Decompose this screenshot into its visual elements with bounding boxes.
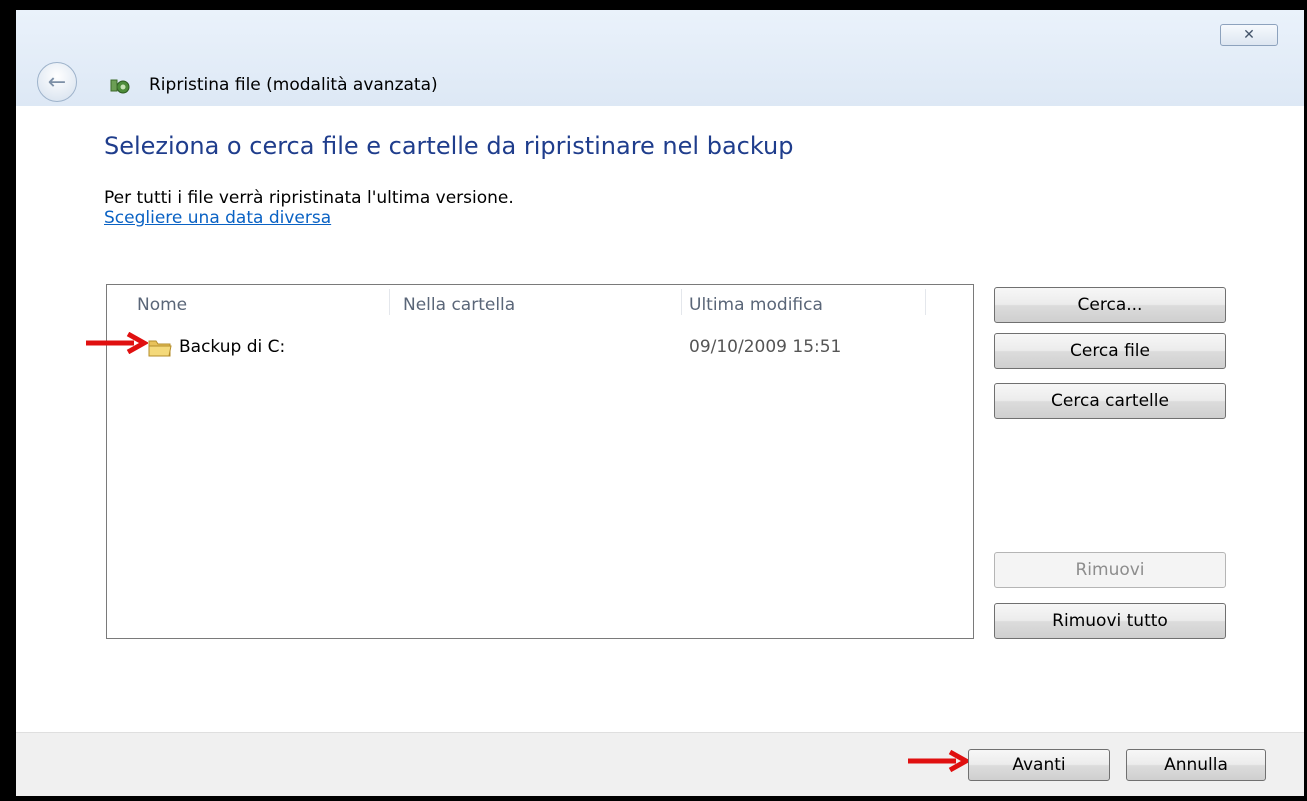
files-list[interactable]: Nome Nella cartella Ultima modifica Back… [106,284,974,639]
remove-all-button[interactable]: Rimuovi tutto [994,603,1226,639]
footer-bar: Avanti Annulla [16,732,1304,796]
version-info-text: Per tutti i file verrà ripristinata l'ul… [104,188,514,208]
row-name: Backup di C: [179,337,286,357]
back-button[interactable]: ← [37,62,77,102]
remove-button[interactable]: Rimuovi [994,552,1226,588]
cancel-button[interactable]: Annulla [1126,749,1266,781]
column-separator[interactable] [925,289,926,315]
title-bar: ✕ ← Ripristina file (modalità avanzata) [16,10,1304,106]
restore-files-window: ✕ ← Ripristina file (modalità avanzata) … [16,10,1304,796]
next-button[interactable]: Avanti [968,749,1110,781]
column-header-folder[interactable]: Nella cartella [403,295,515,315]
search-folders-button[interactable]: Cerca cartelle [994,383,1226,419]
column-separator[interactable] [389,289,390,315]
window-title: Ripristina file (modalità avanzata) [149,75,438,95]
folder-icon [148,340,172,357]
backup-restore-icon [110,79,130,94]
search-files-button[interactable]: Cerca file [994,333,1226,369]
row-modified: 09/10/2009 15:51 [689,337,842,357]
close-button[interactable]: ✕ [1220,24,1278,46]
right-arrow-icon [908,749,970,773]
right-arrow-icon [86,332,148,354]
column-separator[interactable] [681,289,682,315]
list-item[interactable]: Backup di C: 09/10/2009 15:51 [147,337,967,361]
close-icon: ✕ [1243,27,1255,43]
column-header-modified[interactable]: Ultima modifica [689,295,823,315]
column-header-name[interactable]: Nome [137,295,187,315]
page-heading: Seleziona o cerca file e cartelle da rip… [104,132,794,160]
back-arrow-icon: ← [47,69,67,95]
search-button[interactable]: Cerca... [994,287,1226,323]
choose-date-link[interactable]: Scegliere una data diversa [104,208,331,228]
